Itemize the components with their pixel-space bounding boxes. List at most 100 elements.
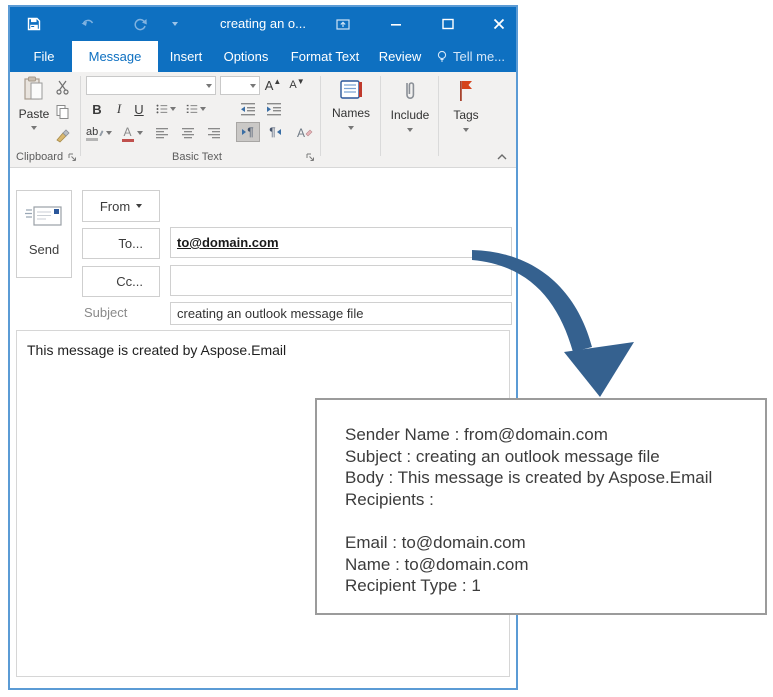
font-size-select[interactable] bbox=[220, 76, 260, 95]
message-properties-box: Sender Name : from@domain.com Subject : … bbox=[315, 398, 767, 615]
clear-formatting-icon: A bbox=[296, 126, 305, 140]
paste-dropdown-icon[interactable] bbox=[31, 126, 37, 130]
paste-button[interactable]: Paste bbox=[15, 76, 53, 156]
highlight-pen-icon bbox=[99, 130, 104, 137]
send-envelope-icon bbox=[25, 206, 62, 226]
qat-customize-icon[interactable] bbox=[172, 22, 178, 26]
numbering-icon bbox=[186, 104, 198, 113]
recipients-line: Recipients : bbox=[345, 489, 434, 509]
tags-label: Tags bbox=[453, 108, 479, 122]
font-name-select[interactable] bbox=[86, 76, 216, 95]
bold-button[interactable]: B bbox=[88, 99, 106, 119]
paste-icon bbox=[24, 76, 43, 100]
shrink-font-button[interactable]: A ▼ bbox=[288, 75, 306, 95]
ribbon-tab-bar: File Message Insert Options Format Text … bbox=[10, 41, 516, 72]
save-icon[interactable] bbox=[26, 16, 42, 32]
group-separator bbox=[80, 76, 81, 156]
to-button[interactable]: To... bbox=[82, 228, 160, 259]
align-center-button[interactable] bbox=[178, 123, 198, 143]
numbering-button[interactable] bbox=[186, 99, 206, 119]
increase-indent-icon bbox=[267, 103, 281, 116]
undo-icon[interactable] bbox=[80, 16, 96, 32]
include-label: Include bbox=[390, 108, 430, 122]
copy-button[interactable] bbox=[52, 101, 72, 121]
ribbon: Paste Clipboard A ▲ A ▼ B I U ab A ¶ ¶ A… bbox=[10, 72, 516, 168]
subject-label: Subject bbox=[84, 305, 128, 320]
clipboard-dialog-launcher-icon[interactable] bbox=[68, 153, 77, 162]
tags-dropdown-icon bbox=[463, 128, 469, 132]
minimize-icon[interactable] bbox=[388, 16, 404, 32]
tab-options[interactable]: Options bbox=[215, 41, 277, 72]
decrease-indent-button[interactable] bbox=[238, 99, 258, 119]
ltr-direction-button[interactable]: ¶ bbox=[236, 122, 260, 142]
tags-button[interactable]: Tags bbox=[440, 72, 492, 167]
shrink-font-icon: A bbox=[289, 79, 297, 91]
tell-me-label: Tell me... bbox=[453, 49, 506, 64]
tab-insert[interactable]: Insert bbox=[160, 41, 212, 72]
eraser-icon bbox=[305, 129, 313, 137]
message-body-text: This message is created by Aspose.Email bbox=[27, 342, 287, 358]
tab-review[interactable]: Review bbox=[372, 41, 428, 72]
from-label: From bbox=[99, 198, 131, 214]
flag-icon bbox=[460, 81, 472, 101]
bullets-icon bbox=[156, 104, 168, 114]
cut-icon bbox=[55, 80, 69, 95]
format-painter-button[interactable] bbox=[52, 125, 72, 145]
group-separator bbox=[320, 76, 321, 156]
tab-message[interactable]: Message bbox=[72, 41, 158, 72]
from-dropdown-icon bbox=[136, 204, 143, 208]
close-icon[interactable] bbox=[491, 16, 507, 32]
name-line: Name : to@domain.com bbox=[345, 554, 529, 574]
bullets-button[interactable] bbox=[156, 99, 176, 119]
to-field[interactable]: to@domain.com bbox=[170, 227, 512, 258]
titlebar: creating an o... bbox=[10, 7, 516, 41]
screenshot-canvas: creating an o... File Message Insert Opt… bbox=[0, 0, 773, 697]
include-button[interactable]: Include bbox=[382, 72, 438, 167]
tell-me-box[interactable]: Tell me... bbox=[436, 41, 505, 72]
tab-format-text[interactable]: Format Text bbox=[282, 41, 368, 72]
to-recipient[interactable]: to@domain.com bbox=[177, 235, 279, 250]
redo-icon[interactable] bbox=[132, 16, 148, 32]
ltr-icon bbox=[242, 129, 247, 135]
rtl-direction-button[interactable]: ¶ bbox=[263, 122, 287, 142]
window-title: creating an o... bbox=[220, 16, 306, 31]
italic-button[interactable]: I bbox=[110, 99, 128, 119]
decrease-indent-icon bbox=[241, 103, 255, 116]
group-separator bbox=[380, 76, 381, 156]
send-label: Send bbox=[28, 242, 60, 257]
cc-field[interactable] bbox=[170, 265, 512, 296]
maximize-icon[interactable] bbox=[440, 16, 456, 32]
paste-label: Paste bbox=[18, 107, 50, 121]
body-line: Body : This message is created by Aspose… bbox=[345, 468, 713, 488]
underline-button[interactable]: U bbox=[130, 99, 148, 119]
paperclip-icon bbox=[406, 82, 415, 99]
group-separator bbox=[438, 76, 439, 156]
collapse-ribbon-icon[interactable] bbox=[496, 153, 508, 161]
names-button[interactable]: Names bbox=[322, 72, 380, 167]
align-left-icon bbox=[156, 128, 168, 139]
popout-icon[interactable] bbox=[335, 16, 351, 32]
text-highlight-button[interactable]: ab bbox=[86, 123, 112, 143]
align-center-icon bbox=[182, 128, 194, 139]
names-label: Names bbox=[331, 106, 370, 120]
send-button[interactable]: Send bbox=[16, 190, 72, 278]
tab-file[interactable]: File bbox=[18, 41, 70, 72]
font-color-button[interactable]: A bbox=[120, 123, 144, 143]
subject-line: Subject : creating an outlook message fi… bbox=[345, 446, 660, 466]
align-left-button[interactable] bbox=[152, 123, 172, 143]
increase-indent-button[interactable] bbox=[264, 99, 284, 119]
cc-button[interactable]: Cc... bbox=[82, 266, 160, 297]
basic-text-dialog-launcher-icon[interactable] bbox=[306, 153, 315, 162]
clear-formatting-button[interactable]: A bbox=[294, 123, 316, 143]
email-line: Email : to@domain.com bbox=[345, 532, 526, 552]
align-right-button[interactable] bbox=[204, 123, 224, 143]
names-dropdown-icon bbox=[348, 126, 354, 130]
from-button[interactable]: From bbox=[82, 190, 160, 222]
font-color-icon: A bbox=[123, 125, 132, 139]
sender-name-line: Sender Name : from@domain.com bbox=[345, 425, 608, 444]
grow-font-button[interactable]: A ▲ bbox=[264, 75, 282, 95]
cut-button[interactable] bbox=[52, 77, 72, 97]
include-dropdown-icon bbox=[407, 128, 413, 132]
subject-field[interactable]: creating an outlook message file bbox=[170, 302, 512, 325]
